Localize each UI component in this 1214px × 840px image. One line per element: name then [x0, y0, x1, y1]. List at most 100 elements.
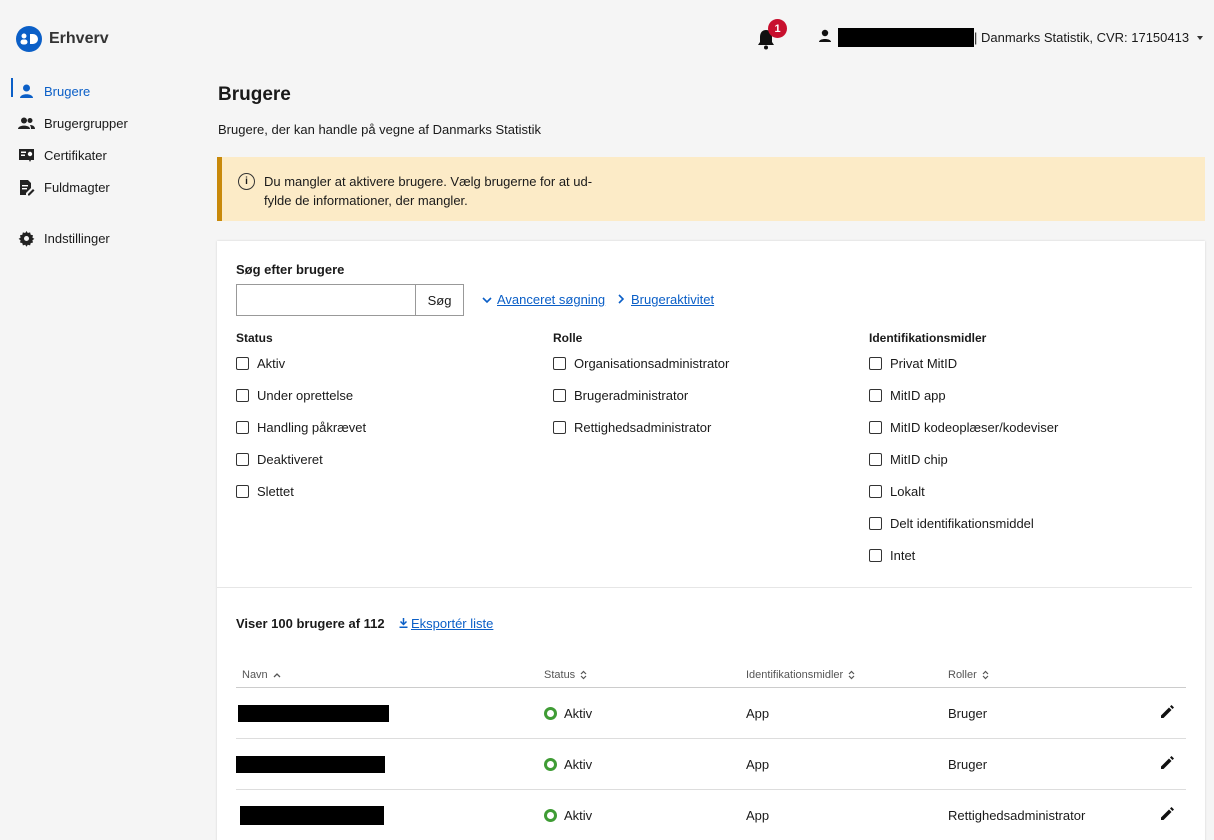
cell-role: Bruger: [948, 705, 988, 721]
chevron-down-icon: [482, 292, 492, 307]
filter-option-label: Lokalt: [890, 483, 925, 499]
sort-icon: [982, 670, 989, 680]
filter-status-title: Status: [236, 331, 273, 345]
edit-button[interactable]: [1148, 806, 1186, 825]
checkbox[interactable]: [869, 516, 882, 530]
sidebar-item-brugergrupper[interactable]: Brugergrupper: [0, 107, 190, 139]
checkbox[interactable]: [236, 484, 249, 498]
cell-status: Aktiv: [544, 706, 746, 721]
filter-option[interactable]: Lokalt: [869, 475, 1058, 507]
filter-option[interactable]: Aktiv: [236, 347, 366, 379]
edit-button[interactable]: [1148, 755, 1186, 774]
search-input[interactable]: [236, 284, 416, 316]
column-header-label: Identifikationsmidler: [746, 668, 844, 681]
checkbox[interactable]: [236, 388, 249, 402]
redacted-name: [236, 755, 385, 773]
notification-badge: 1: [768, 19, 787, 38]
filter-option-label: MitID chip: [890, 451, 948, 467]
filter-option-label: Intet: [890, 547, 916, 563]
pencil-icon: [1159, 704, 1175, 723]
chevron-right-icon: [618, 292, 625, 307]
filter-option[interactable]: Delt identifikationsmiddel: [869, 507, 1058, 539]
sort-icon: [580, 670, 587, 680]
export-list-link[interactable]: Eksportér liste: [399, 616, 493, 631]
sort-icon: [848, 670, 855, 680]
users-table: Navn Status Identifikationsmidler Roller…: [236, 662, 1186, 840]
column-header-status[interactable]: Status: [544, 669, 746, 681]
group-icon: [18, 115, 35, 132]
cell-name: [236, 805, 544, 825]
column-header-name[interactable]: Navn: [236, 669, 544, 681]
checkbox[interactable]: [553, 388, 566, 402]
person-icon: [18, 83, 35, 100]
cell-ident: App: [746, 705, 770, 721]
checkbox[interactable]: [236, 420, 249, 434]
filter-option-label: Under oprettelse: [257, 387, 354, 403]
filter-option[interactable]: Handling påkrævet: [236, 411, 366, 443]
filter-option[interactable]: Deaktiveret: [236, 443, 366, 475]
export-list-label: Eksportér liste: [411, 616, 494, 631]
filter-option[interactable]: Intet: [869, 539, 1058, 571]
page-subtitle: Brugere, der kan handle på vegne af Danm…: [218, 122, 542, 137]
filter-rolle-title: Rolle: [553, 331, 583, 345]
filter-option-label: Organisationsadministrator: [574, 355, 730, 371]
checkbox[interactable]: [553, 356, 566, 370]
filter-option-label: Deaktiveret: [257, 451, 323, 467]
filter-option-label: Delt identifikationsmiddel: [890, 515, 1034, 531]
filter-option[interactable]: MitID kodeoplæser/kodeviser: [869, 411, 1058, 443]
sidebar-item-label: Indstillinger: [44, 230, 110, 246]
checkbox[interactable]: [869, 452, 882, 466]
filter-option-label: Brugeradministrator: [574, 387, 689, 403]
checkbox[interactable]: [869, 420, 882, 434]
user-activity-link[interactable]: Brugeraktivitet: [618, 292, 714, 307]
warning-alert: i Du mangler at aktivere brugere. Vælg b…: [217, 157, 1205, 221]
divider: [217, 587, 1192, 588]
advanced-search-link[interactable]: Avanceret søgning: [482, 292, 605, 307]
sidebar-item-certifikater[interactable]: Certifikater: [0, 139, 190, 171]
document-edit-icon: [18, 179, 35, 196]
checkbox[interactable]: [869, 388, 882, 402]
search-button[interactable]: Søg: [415, 284, 464, 316]
column-header-roles[interactable]: Roller: [948, 669, 1148, 681]
status-label: Aktiv: [564, 756, 593, 772]
filter-option[interactable]: Privat MitID: [869, 347, 1058, 379]
search-label: Søg efter brugere: [236, 262, 345, 277]
filter-option[interactable]: Rettighedsadministrator: [553, 411, 729, 443]
checkbox[interactable]: [553, 420, 566, 434]
redacted-name: [238, 704, 389, 722]
filter-option[interactable]: Brugeradministrator: [553, 379, 729, 411]
edit-button[interactable]: [1148, 704, 1186, 723]
filter-option[interactable]: Under oprettelse: [236, 379, 366, 411]
table-row[interactable]: Aktiv App Rettighedsadministrator: [236, 790, 1186, 840]
checkbox[interactable]: [869, 484, 882, 498]
info-icon: i: [238, 173, 255, 190]
filter-option[interactable]: MitID chip: [869, 443, 1058, 475]
table-row[interactable]: Aktiv App Bruger: [236, 739, 1186, 790]
app-logo[interactable]: Erhverv: [16, 26, 109, 52]
column-header-ident[interactable]: Identifikationsmidler: [746, 669, 948, 681]
status-label: Aktiv: [564, 705, 593, 721]
status-active-icon: [544, 706, 557, 720]
status-label: Aktiv: [564, 807, 593, 823]
sidebar-item-label: Brugere: [44, 83, 91, 99]
filter-option[interactable]: Slettet: [236, 475, 366, 507]
pencil-icon: [1159, 755, 1175, 774]
table-row[interactable]: Aktiv App Bruger: [236, 688, 1186, 739]
checkbox[interactable]: [869, 548, 882, 562]
checkbox[interactable]: [236, 452, 249, 466]
sidebar-item-fuldmagter[interactable]: Fuldmagter: [0, 171, 190, 203]
checkbox[interactable]: [236, 356, 249, 370]
filter-option[interactable]: MitID app: [869, 379, 1058, 411]
column-header-label: Navn: [242, 668, 268, 681]
filter-option-label: Aktiv: [257, 355, 286, 371]
gear-icon: [18, 230, 35, 247]
sidebar-item-indstillinger[interactable]: Indstillinger: [0, 222, 190, 254]
sidebar-item-brugere[interactable]: Brugere: [0, 75, 190, 107]
filter-ident-title: Identifikationsmidler: [869, 331, 987, 345]
download-icon: [399, 616, 408, 631]
sidebar: Brugere Brugergrupper Certifikater Fuldm…: [0, 78, 190, 254]
filter-status: Status Aktiv Under oprettelse Handling p…: [236, 331, 366, 507]
filter-option[interactable]: Organisationsadministrator: [553, 347, 729, 379]
checkbox[interactable]: [869, 356, 882, 370]
user-menu[interactable]: | Danmarks Statistik, CVR: 17150413: [818, 28, 1204, 47]
